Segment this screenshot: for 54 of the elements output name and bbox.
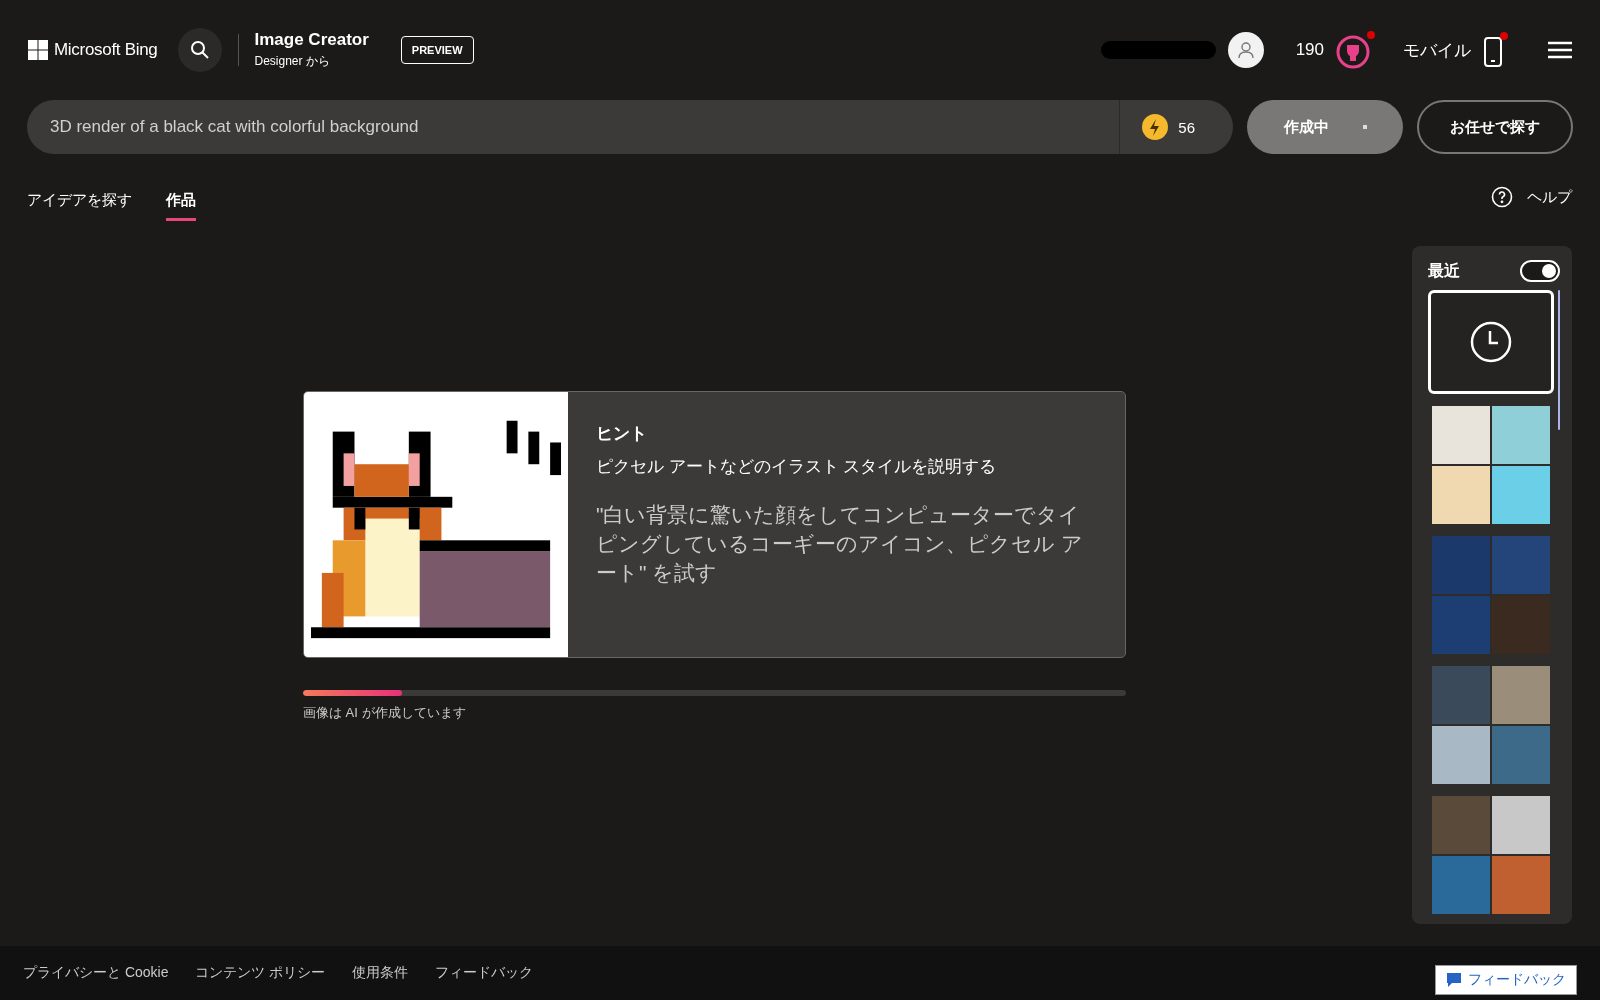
hint-title: ヒント [596,422,648,445]
prompt-bar[interactable]: 3D render of a black cat with colorful background 56 [27,100,1233,154]
footer-link[interactable]: プライバシーと Cookie [23,964,169,982]
pending-image-tile[interactable] [1428,290,1554,394]
points-count: 190 [1295,40,1324,60]
photo-placeholder[interactable] [1492,666,1550,724]
photo-placeholder[interactable] [1432,536,1490,594]
help-icon [1491,186,1513,208]
photo-placeholder[interactable] [1492,466,1550,524]
boost-count: 56 [1178,118,1195,136]
tab[interactable]: アイデアを探す [27,183,132,221]
lightning-coin-icon [1142,114,1169,140]
photo-placeholder[interactable] [1432,796,1490,854]
photo-placeholder[interactable] [1432,726,1490,784]
product-subtitle: Designer から [254,53,331,70]
photo-placeholder[interactable] [1432,596,1490,654]
recent-title: 最近 [1428,260,1460,281]
surprise-button[interactable]: お任せで探す [1417,100,1573,154]
prompt-field[interactable]: 3D render of a black cat with colorful background [27,100,1120,154]
footer-link[interactable]: フィードバック [435,964,534,982]
clock-icon [1470,321,1512,363]
photo-placeholder[interactable] [1432,406,1490,464]
avatar-button[interactable] [1227,32,1264,68]
scrollbar[interactable] [1558,290,1560,430]
hint-example: "白い背景に驚いた顔をしてコンピューターでタイピングしているコーギーのアイコン、ピクセル アート" を試す [596,501,1084,587]
progress-caption: 画像は AI が作成しています [303,703,467,722]
mobile-link[interactable]: モバイル [1403,38,1471,62]
person-icon [1236,41,1255,59]
help-link[interactable]: ヘルプ [1491,186,1572,208]
photo-placeholder[interactable] [1492,406,1550,464]
menu-icon[interactable] [1548,41,1572,59]
windows-logo-icon [28,40,48,60]
footer-link[interactable]: コンテンツ ポリシー [195,964,326,982]
recent-toggle[interactable] [1520,260,1560,282]
product-title[interactable]: Image Creator [254,30,369,50]
photo-placeholder[interactable] [1492,536,1550,594]
brand-name[interactable]: Microsoft Bing [54,40,158,60]
preview-badge: PREVIEW [400,36,474,64]
photo-placeholder[interactable] [1492,856,1550,914]
phone-icon[interactable] [1483,32,1508,68]
photo-placeholder[interactable] [1492,796,1550,854]
photo-placeholder[interactable] [1432,466,1490,524]
speech-bubble-icon [1446,972,1462,988]
photo-placeholder[interactable] [1432,856,1490,914]
hint-subtitle: ピクセル アートなどのイラスト スタイルを説明する [596,455,998,478]
photo-placeholder[interactable] [1492,726,1550,784]
search-button[interactable] [177,28,222,72]
photo-placeholder[interactable] [1432,666,1490,724]
feedback-button[interactable]: フィードバック [1435,965,1577,995]
create-button[interactable]: 作成中 [1247,100,1403,154]
footer-link[interactable]: 使用条件 [352,964,409,982]
tab[interactable]: 作品 [166,183,196,221]
trophy-icon[interactable] [1336,31,1375,69]
search-icon [189,40,210,60]
